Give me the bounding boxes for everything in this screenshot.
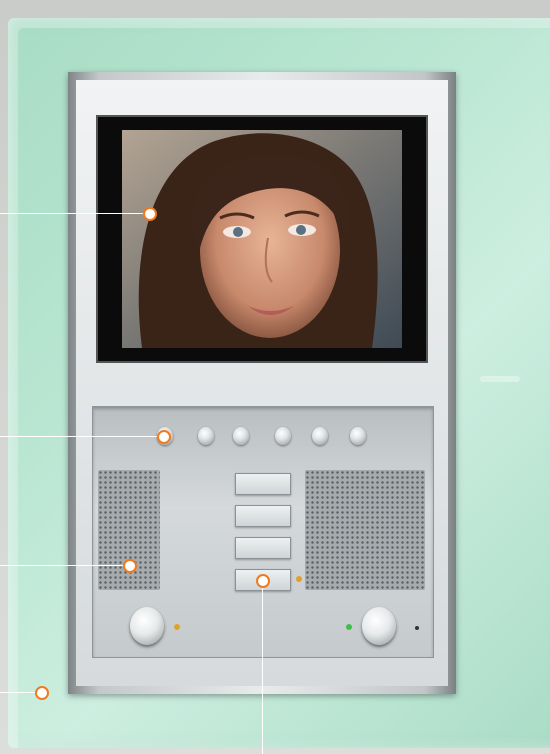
- knob-right[interactable]: [362, 607, 396, 645]
- key-2[interactable]: [235, 505, 291, 527]
- key-1[interactable]: [235, 473, 291, 495]
- led-indicator: [415, 626, 419, 630]
- led-amber: [174, 624, 180, 630]
- speaker-grille-right: [305, 470, 425, 590]
- frame-callout-dot: [35, 686, 49, 700]
- brand-mark: [480, 376, 520, 382]
- screen-callout-line: [0, 213, 144, 214]
- page: [0, 0, 550, 754]
- led-green: [346, 624, 352, 630]
- function-button-4[interactable]: [275, 427, 291, 445]
- function-button-2[interactable]: [198, 427, 214, 445]
- key-led: [296, 576, 302, 582]
- video-screen: [122, 130, 402, 348]
- frame-callout-line: [0, 692, 36, 693]
- buttons-callout-dot: [157, 430, 171, 444]
- speaker-callout-line: [0, 565, 124, 566]
- key-callout-dot: [256, 574, 270, 588]
- screen-callout-dot: [143, 207, 157, 221]
- key-callout-line: [262, 586, 263, 754]
- buttons-callout-line: [0, 436, 158, 437]
- face-image: [122, 130, 402, 348]
- key-3[interactable]: [235, 537, 291, 559]
- function-button-3[interactable]: [233, 427, 249, 445]
- function-button-6[interactable]: [350, 427, 366, 445]
- knob-left[interactable]: [130, 607, 164, 645]
- speaker-callout-dot: [123, 559, 137, 573]
- function-button-5[interactable]: [312, 427, 328, 445]
